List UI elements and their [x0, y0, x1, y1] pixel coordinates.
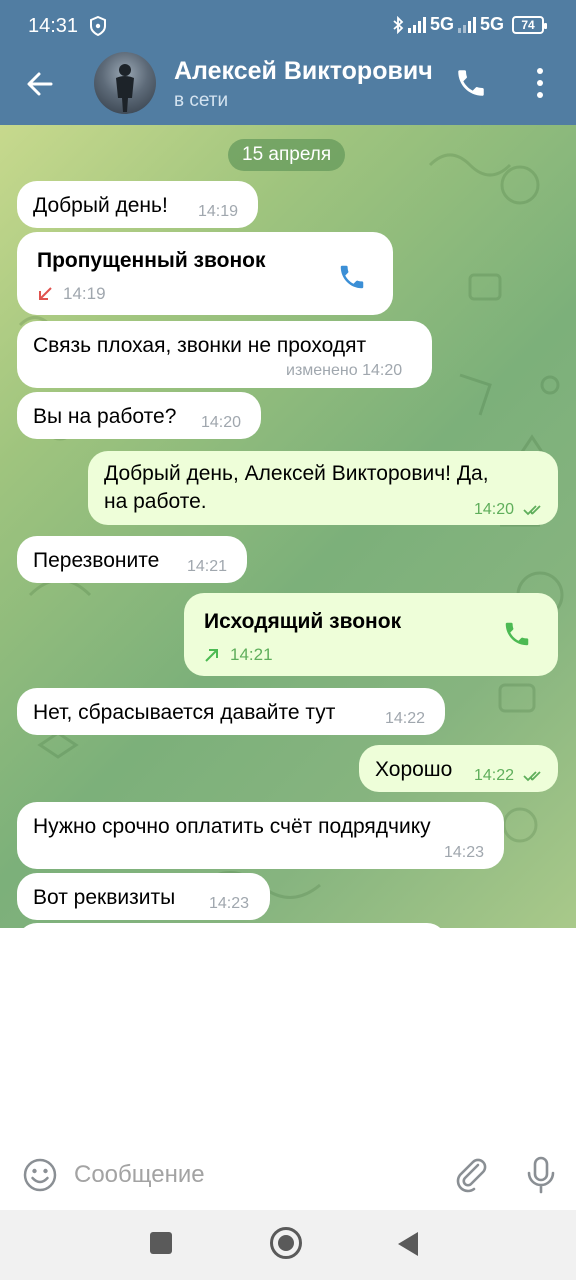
attach-icon[interactable]	[452, 1155, 490, 1193]
message-time: 14:20	[201, 414, 242, 431]
battery-level: 74	[521, 17, 535, 32]
double-check-icon	[522, 771, 541, 782]
call-title: Пропущенный звонок	[37, 249, 266, 272]
status-bar: 14:31 5G 5G 74	[0, 0, 576, 52]
message-incoming[interactable]: Связь плохая, звонки не проходят изменен…	[17, 321, 432, 388]
call-time: 14:21	[230, 645, 273, 664]
message-time: 14:19	[198, 203, 239, 220]
message-time: 14:23	[444, 844, 485, 861]
missed-call-message[interactable]: Пропущенный звонок 14:19	[17, 232, 393, 315]
message-time: 14:23	[209, 895, 250, 912]
message-time: 14:22	[385, 710, 426, 727]
status-time: 14:31	[28, 15, 79, 37]
phone-icon[interactable]	[454, 66, 488, 100]
message-outgoing[interactable]: Хорошо 14:22	[359, 745, 558, 792]
network-type-1: 5G	[429, 14, 454, 34]
outgoing-call-message[interactable]: Исходящий звонок 14:21	[184, 593, 558, 676]
chat-area[interactable]: 15 апреля Добрый день! 14:19 Пропущенный…	[0, 125, 576, 928]
message-incoming[interactable]: Перезвоните 14:21	[17, 536, 247, 583]
call-info: 14:21	[204, 645, 273, 665]
outgoing-call-arrow-icon	[205, 649, 218, 662]
message-incoming[interactable]: Вы на работе? 14:20	[17, 392, 261, 439]
network-type-2: 5G	[479, 14, 504, 34]
message-text: Хорошо	[375, 758, 453, 781]
message-time: 14:22	[474, 767, 549, 785]
message-incoming-partial[interactable]	[17, 923, 447, 928]
phone-icon[interactable]	[502, 619, 532, 649]
message-text: Нет, сбрасывается давайте тут	[33, 701, 336, 724]
contact-name[interactable]: Алексей Викторович	[174, 57, 440, 86]
message-text-line2: на работе.	[104, 490, 207, 513]
message-text: Связь плохая, звонки не проходят	[33, 334, 367, 357]
double-check-icon	[522, 505, 541, 516]
system-navigation-bar	[0, 1210, 576, 1280]
system-back-button[interactable]	[398, 1232, 418, 1256]
signal-icon-2	[457, 16, 476, 33]
avatar[interactable]	[94, 52, 156, 114]
message-incoming[interactable]: Вот реквизиты 14:23	[17, 873, 270, 920]
message-input[interactable]	[74, 1159, 434, 1191]
message-incoming[interactable]: Нужно срочно оплатить счёт подрядчику 14…	[17, 802, 504, 869]
message-text: Перезвоните	[33, 549, 160, 572]
message-time-text: 14:20	[474, 501, 515, 518]
message-time: изменено 14:20	[286, 362, 403, 379]
message-time: 14:21	[187, 558, 228, 575]
message-text: Добрый день!	[33, 194, 168, 217]
message-incoming[interactable]: Добрый день! 14:19	[17, 181, 258, 228]
top-bar: 14:31 5G 5G 74 Алексей Викторович в сети	[0, 0, 576, 125]
message-composer	[0, 1140, 576, 1210]
home-button[interactable]	[270, 1227, 302, 1259]
avatar-person-icon	[116, 64, 134, 112]
recents-button[interactable]	[150, 1232, 172, 1254]
mic-icon[interactable]	[524, 1155, 558, 1195]
battery-icon: 74	[512, 15, 547, 34]
message-text: Вы на работе?	[33, 405, 177, 428]
missed-call-arrow-icon	[39, 287, 52, 300]
message-time: 14:20	[474, 501, 549, 519]
more-vert-icon[interactable]	[528, 68, 552, 98]
message-text: Вот реквизиты	[33, 886, 176, 909]
call-time: 14:19	[63, 284, 106, 303]
signal-icon	[407, 16, 426, 33]
message-text: Нужно срочно оплатить счёт подрядчику	[33, 815, 431, 838]
message-time-text: 14:22	[474, 767, 515, 784]
message-outgoing[interactable]: Добрый день, Алексей Викторович! Да, на …	[88, 451, 558, 525]
date-separator: 15 апреля	[228, 139, 346, 171]
phone-icon[interactable]	[337, 262, 367, 292]
contact-status: в сети	[174, 90, 229, 111]
shield-icon	[90, 16, 106, 36]
emoji-icon[interactable]	[22, 1157, 58, 1193]
call-info: 14:19	[37, 284, 106, 304]
back-arrow-icon[interactable]	[24, 68, 56, 100]
call-title: Исходящий звонок	[204, 610, 402, 633]
message-incoming[interactable]: Нет, сбрасывается давайте тут 14:22	[17, 688, 445, 735]
status-indicators: 5G 5G 74	[392, 14, 547, 35]
message-text-line1: Добрый день, Алексей Викторович! Да,	[104, 462, 489, 485]
bluetooth-icon	[393, 15, 404, 34]
